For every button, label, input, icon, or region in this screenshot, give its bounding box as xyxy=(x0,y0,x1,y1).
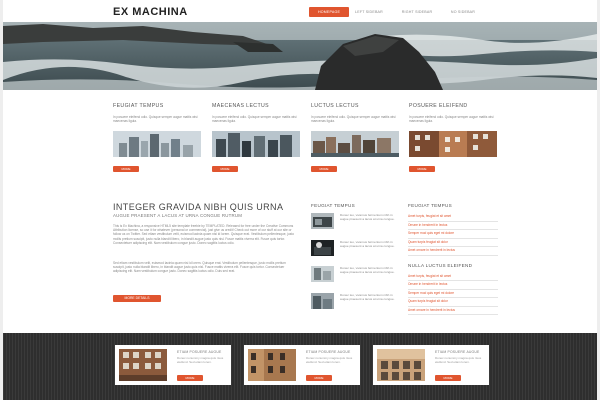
list-item: Donec leo, vivamus fermentum nibh in aug… xyxy=(311,213,401,229)
footer-card-image[interactable] xyxy=(377,349,425,381)
feature-more-button[interactable]: More xyxy=(409,166,435,172)
thumbnail-image[interactable] xyxy=(311,292,334,309)
site-logo[interactable]: EX MACHINA xyxy=(113,6,188,18)
sidebar-link[interactable]: Amet ornare in hendrerit in lectus xyxy=(408,307,498,315)
list-item-text: Donec leo, vivamus fermentum nibh in aug… xyxy=(340,292,395,301)
sidebar-link[interactable]: Quam turpis feugiat sit dolor xyxy=(408,239,498,247)
article-subtitle: Augue praesent a lacus at urna congue ru… xyxy=(113,213,243,218)
right-column-title: Nulla Luctus Eleifend xyxy=(408,262,473,268)
nav-right-sidebar[interactable]: Right Sidebar xyxy=(397,7,437,17)
site-header: EX MACHINA Homepage Left Sidebar Right S… xyxy=(3,0,597,22)
footer-card-text: Donec nonummy magna quis risus eleifend.… xyxy=(435,356,482,364)
nav-no-sidebar[interactable]: No Sidebar xyxy=(445,7,481,17)
thumbnail-image[interactable] xyxy=(311,213,334,229)
footer-card-image[interactable] xyxy=(119,349,167,381)
hero-banner xyxy=(3,22,597,90)
feature-image-city-skyline[interactable] xyxy=(113,131,201,157)
list-item: Donec leo, vivamus fermentum nibh in aug… xyxy=(311,292,401,309)
more-details-button[interactable]: More Details xyxy=(113,295,161,302)
feature-title: Feugiat Tempus xyxy=(113,103,164,109)
feature-more-button[interactable]: More xyxy=(113,166,139,172)
feature-more-button[interactable]: More xyxy=(212,166,238,172)
feature-text: In posuere eleifend odio. Quisque semper… xyxy=(212,115,297,124)
footer-card-title: Etiam posuere augue xyxy=(435,350,480,354)
footer-card-more-button[interactable]: More xyxy=(435,375,461,381)
sidebar-link[interactable]: Amet ornare in hendrerit in lectus xyxy=(408,247,498,256)
footer-card-more-button[interactable]: More xyxy=(177,375,203,381)
middle-column: Feugiat Tempus Donec leo, vivamus fermen… xyxy=(311,203,401,319)
footer-card-title: Etiam posuere augue xyxy=(177,350,222,354)
feature-image-harbor-buildings[interactable] xyxy=(311,131,399,157)
feature-title: Posuere Eleifend xyxy=(409,103,468,109)
list-item: Donec leo, vivamus fermentum nibh in aug… xyxy=(311,266,401,282)
nav-homepage[interactable]: Homepage xyxy=(309,7,349,17)
feature-image-brick-apartments[interactable] xyxy=(409,131,497,157)
site-frame: EX MACHINA Homepage Left Sidebar Right S… xyxy=(3,0,597,400)
footer-card-image[interactable] xyxy=(248,349,296,381)
hero-ocean-image xyxy=(3,22,597,90)
feature-text: In posuere eleifend odio. Quisque semper… xyxy=(113,115,198,124)
sidebar-link[interactable]: Amet turpis, feugiat et sit amet xyxy=(408,273,498,281)
feature-more-button[interactable]: More xyxy=(311,166,337,172)
thumbnail-image[interactable] xyxy=(311,239,334,256)
middle-column-title: Feugiat Tempus xyxy=(311,203,356,208)
footer-card: Etiam posuere augue Donec nonummy magna … xyxy=(244,345,360,385)
footer-card: Etiam posuere augue Donec nonummy magna … xyxy=(373,345,489,385)
footer-card-text: Donec nonummy magna quis risus eleifend.… xyxy=(306,356,353,364)
article-title: Integer Gravida Nibh Quis Urna xyxy=(113,202,284,212)
list-item-text: Donec leo, vivamus fermentum nibh in aug… xyxy=(340,266,395,274)
feature-text: In posuere eleifend odio. Quisque semper… xyxy=(311,115,396,124)
nav-left-sidebar[interactable]: Left Sidebar xyxy=(351,7,387,17)
thumbnail-image[interactable] xyxy=(311,266,334,282)
feature-4: Posuere Eleifend In posuere eleifend odi… xyxy=(409,103,497,175)
sidebar-link[interactable]: Ornare in hendrerit in lectus xyxy=(408,281,498,290)
footer-card-text: Donec nonummy magna quis risus eleifend.… xyxy=(177,356,224,364)
main-article: Integer Gravida Nibh Quis Urna Augue pra… xyxy=(113,202,298,304)
article-paragraph: Sed etiam vestibulum velit, euismod laci… xyxy=(113,261,286,274)
right-column-title: Feugiat Tempus xyxy=(408,203,453,208)
feature-2: Maecenas Lectus In posuere eleifend odio… xyxy=(212,103,300,175)
list-item-text: Donec leo, vivamus fermentum nibh in aug… xyxy=(340,213,395,221)
footer-card-title: Etiam posuere augue xyxy=(306,350,351,354)
page: EX MACHINA Homepage Left Sidebar Right S… xyxy=(0,0,600,400)
footer-card: Etiam posuere augue Donec nonummy magna … xyxy=(115,345,231,385)
features-row: Feugiat Tempus In posuere eleifend odio.… xyxy=(113,103,497,173)
article-paragraph: This is Ex Machina, a responsive HTML5 s… xyxy=(113,224,295,245)
feature-title: Luctus Lectus xyxy=(311,103,359,109)
sidebar-link[interactable]: Ornare in hendrerit in lectus xyxy=(408,222,498,230)
feature-3: Luctus Lectus In posuere eleifend odio. … xyxy=(311,103,399,175)
list-item: Donec leo, vivamus fermentum nibh in aug… xyxy=(311,239,401,256)
sidebar-link[interactable]: Amet turpis, feugiat et sit amet xyxy=(408,213,498,222)
sidebar-link[interactable]: Semper mod quis eget mi dolore xyxy=(408,230,498,239)
footer-card-more-button[interactable]: More xyxy=(306,375,332,381)
feature-1: Feugiat Tempus In posuere eleifend odio.… xyxy=(113,103,201,175)
list-item-text: Donec leo, vivamus fermentum nibh in aug… xyxy=(340,239,395,248)
sidebar-link[interactable]: Quam turpis feugiat sit dolor xyxy=(408,298,498,307)
feature-text: In posuere eleifend odio. Quisque semper… xyxy=(409,115,494,124)
site-footer: Etiam posuere augue Donec nonummy magna … xyxy=(3,333,597,400)
sidebar-link[interactable]: Semper mod quis eget mi dolore xyxy=(408,290,498,298)
feature-image-city-towers[interactable] xyxy=(212,131,300,157)
feature-title: Maecenas Lectus xyxy=(212,103,270,109)
right-column: Feugiat Tempus Amet turpis, feugiat et s… xyxy=(408,203,498,315)
